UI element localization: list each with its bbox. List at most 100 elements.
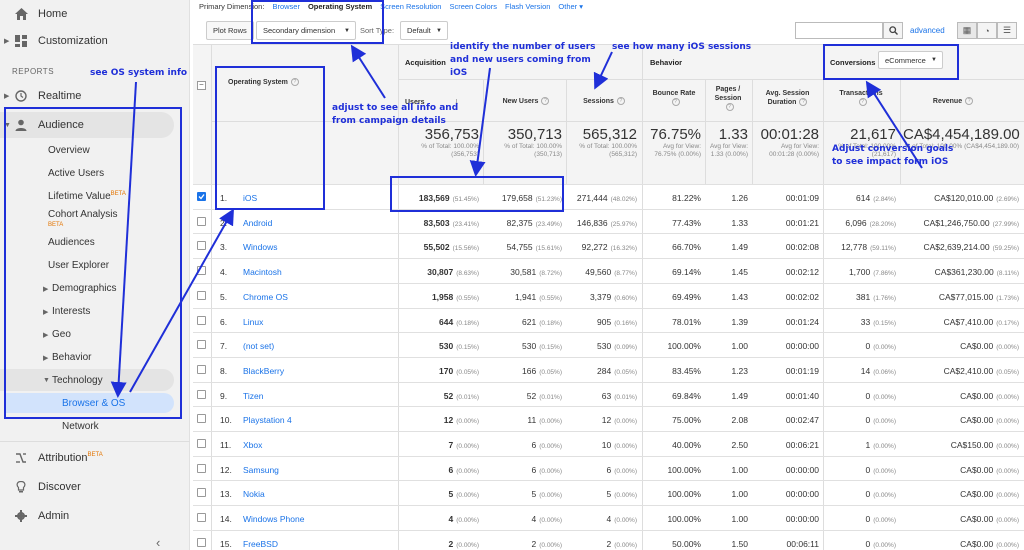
col-revenue[interactable]: Revenue? — [903, 97, 1003, 106]
row-checkbox[interactable] — [197, 513, 206, 523]
comparison-view-icon[interactable]: ☰ — [997, 22, 1017, 39]
row-checkbox[interactable] — [197, 266, 206, 276]
divider — [705, 79, 706, 185]
nav-attribution[interactable]: AttributionBETA — [0, 444, 190, 472]
help-icon: ? — [671, 98, 680, 107]
os-link[interactable]: (not set) — [243, 341, 274, 351]
nav-customization[interactable]: ▶ Customization — [0, 27, 190, 55]
table-view-icon[interactable]: ▦ — [957, 22, 977, 39]
cell-percent: (8.77%) — [614, 270, 637, 278]
nav-realtime[interactable]: ▶ Realtime — [0, 82, 190, 110]
nav-discover[interactable]: Discover — [0, 473, 190, 501]
row-index: 10. — [220, 415, 232, 426]
cell-value: 1.49 — [731, 390, 748, 401]
cell-percent: (0.00%) — [873, 517, 896, 525]
cell-value: 1.49 — [731, 242, 748, 253]
col-pages-session[interactable]: Pages / Session? — [708, 85, 748, 112]
col-new-users[interactable]: New Users? — [486, 97, 566, 106]
cell-percent: (0.09%) — [614, 344, 637, 352]
cell-value: 52 — [443, 390, 454, 401]
pie-view-icon[interactable]: ◔ — [977, 22, 997, 39]
row-checkbox[interactable] — [197, 216, 206, 226]
nav-admin[interactable]: Admin — [0, 502, 190, 530]
divider — [642, 45, 643, 185]
row-checkbox[interactable] — [197, 340, 206, 350]
acquisition-group-label: Acquisition — [405, 58, 446, 67]
divider — [211, 506, 212, 532]
plot-rows-button[interactable]: Plot Rows — [206, 21, 254, 40]
row-checkbox[interactable] — [197, 463, 206, 473]
divider — [566, 79, 567, 185]
row-checkbox[interactable] — [197, 389, 206, 399]
cell-value: 2 — [531, 538, 537, 549]
col-bounce-rate[interactable]: Bounce Rate? — [645, 89, 703, 107]
cell-percent: (7.86%) — [873, 270, 896, 278]
cell-percent: (0.00%) — [614, 418, 637, 426]
row-checkbox[interactable] — [197, 192, 206, 201]
cell-sess: 10 (0.00%) — [569, 440, 637, 450]
cell-pps: 1.43 — [708, 292, 748, 302]
os-link[interactable]: Playstation 4 — [243, 415, 292, 425]
row-checkbox[interactable] — [197, 537, 206, 547]
table-row: 11. Xbox 7 (0.00%) 6 (0.00%) 10 (0.00%) 40.00% 2.… — [193, 431, 1024, 457]
beta-badge: BETA — [87, 452, 103, 458]
cell-value: 1 — [865, 440, 871, 450]
cell-rev: CA$0.00 (0.00%) — [903, 415, 1019, 425]
cell-value: CA$0.00 — [960, 464, 994, 475]
row-checkbox[interactable] — [197, 488, 206, 498]
cell-tx: 1 (0.00%) — [826, 440, 897, 450]
cell-new: 54,755 (15.61%) — [486, 242, 562, 252]
cell-value: 170 — [439, 365, 454, 376]
nav-realtime-label: Realtime — [38, 90, 82, 102]
os-link[interactable]: Windows Phone — [243, 514, 304, 524]
tab-other[interactable]: Other ▾ — [558, 2, 583, 11]
row-index: 9. — [220, 390, 228, 401]
annotation-box-dimension — [251, 0, 384, 44]
nav-home[interactable]: Home — [0, 0, 190, 28]
row-checkbox[interactable] — [197, 241, 206, 251]
table-row: 10. Playstation 4 12 (0.00%) 11 (0.00%) 12 (0.0… — [193, 406, 1024, 433]
divider — [398, 382, 399, 408]
cell-new: 166 (0.05%) — [486, 366, 562, 376]
col-avg-session-duration[interactable]: Avg. Session Duration? — [755, 89, 820, 107]
cell-bounce: 50.00% — [645, 539, 701, 549]
table-search-input[interactable] — [795, 22, 883, 39]
os-link[interactable]: FreeBSD — [243, 539, 278, 549]
col-transactions[interactable]: Transactions? — [826, 89, 896, 107]
cell-percent: (0.00%) — [614, 541, 637, 549]
collapse-sidebar-icon[interactable]: ‹ — [156, 535, 160, 550]
os-link[interactable]: Android — [243, 218, 272, 228]
tab-flash-version[interactable]: Flash Version — [505, 2, 550, 11]
col-sessions[interactable]: Sessions? — [569, 97, 639, 106]
nav-network[interactable]: Network — [62, 421, 99, 432]
advanced-link[interactable]: advanced — [910, 26, 945, 35]
cell-value: 1.00 — [731, 341, 748, 352]
cell-value: CA$361,230.00 — [934, 267, 994, 278]
search-button[interactable] — [883, 22, 903, 39]
cell-value: 2.08 — [731, 415, 748, 426]
divider — [398, 333, 399, 359]
row-checkbox[interactable] — [197, 439, 206, 448]
tab-screen-resolution[interactable]: Screen Resolution — [380, 2, 441, 11]
os-link[interactable]: Tizen — [243, 391, 263, 401]
divider — [211, 432, 212, 457]
row-checkbox[interactable] — [197, 315, 206, 325]
os-link[interactable]: Windows — [243, 242, 277, 252]
caret-right-icon: ▶ — [4, 38, 10, 45]
row-checkbox[interactable] — [197, 290, 206, 300]
os-link[interactable]: Chrome OS — [243, 292, 288, 302]
os-link[interactable]: Macintosh — [243, 267, 282, 277]
cell-percent: (59.25%) — [992, 245, 1019, 253]
cell-pps: 1.49 — [708, 391, 748, 401]
os-link[interactable]: Xbox — [243, 440, 262, 450]
os-link[interactable]: BlackBerry — [243, 366, 284, 376]
tab-screen-colors[interactable]: Screen Colors — [449, 2, 497, 11]
cell-percent: (0.00%) — [614, 517, 637, 525]
select-all-checkbox[interactable]: – — [197, 81, 206, 90]
os-link[interactable]: Linux — [243, 317, 263, 327]
os-link[interactable]: Nokia — [243, 489, 265, 499]
os-link[interactable]: Samsung — [243, 465, 279, 475]
row-checkbox[interactable] — [197, 364, 206, 374]
sort-type-select[interactable]: Default ▼ — [400, 21, 448, 40]
row-checkbox[interactable] — [197, 414, 206, 424]
